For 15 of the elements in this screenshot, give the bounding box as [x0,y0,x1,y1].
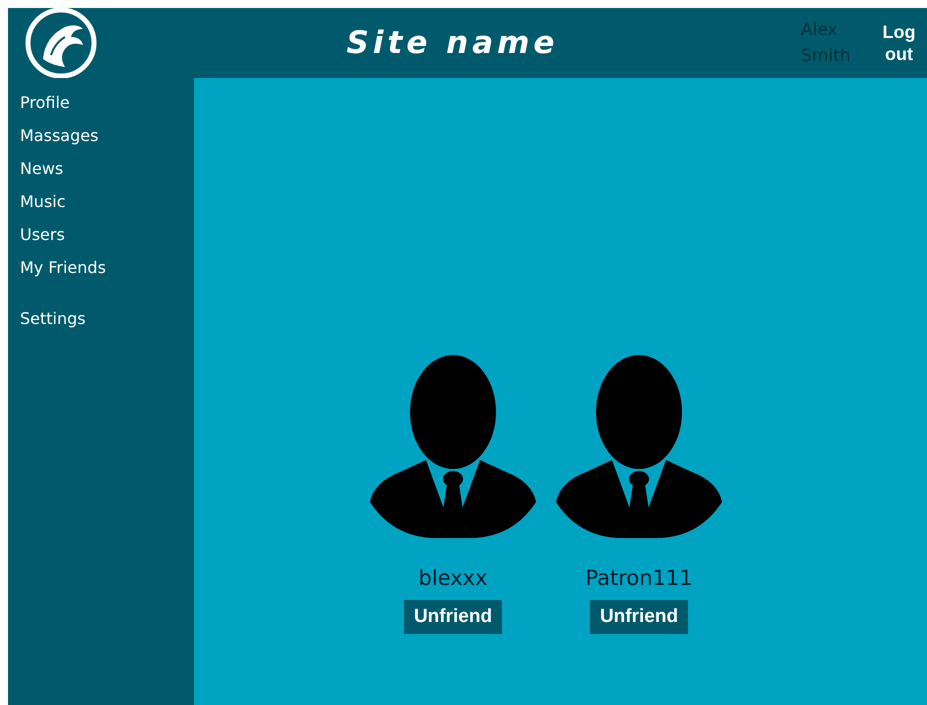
site-title: Site name [346,25,560,61]
nav-link[interactable]: Profile [20,86,70,119]
person-silhouette-icon [370,352,536,538]
friend-name: blexxx [418,566,488,590]
nav-link[interactable]: Users [20,218,65,251]
unfriend-button[interactable]: Unfriend [590,600,688,634]
nav-link[interactable]: My Friends [20,251,106,284]
person-silhouette-icon [556,352,722,538]
logout-link[interactable]: Log out [879,21,919,65]
friend-name: Patron111 [585,566,693,590]
nav-link[interactable]: Massages [20,119,98,152]
nav-link[interactable]: News [20,152,64,185]
nav-link[interactable]: Settings [20,302,86,335]
nav-link[interactable]: Music [20,185,66,218]
unfriend-button[interactable]: Unfriend [404,600,502,634]
